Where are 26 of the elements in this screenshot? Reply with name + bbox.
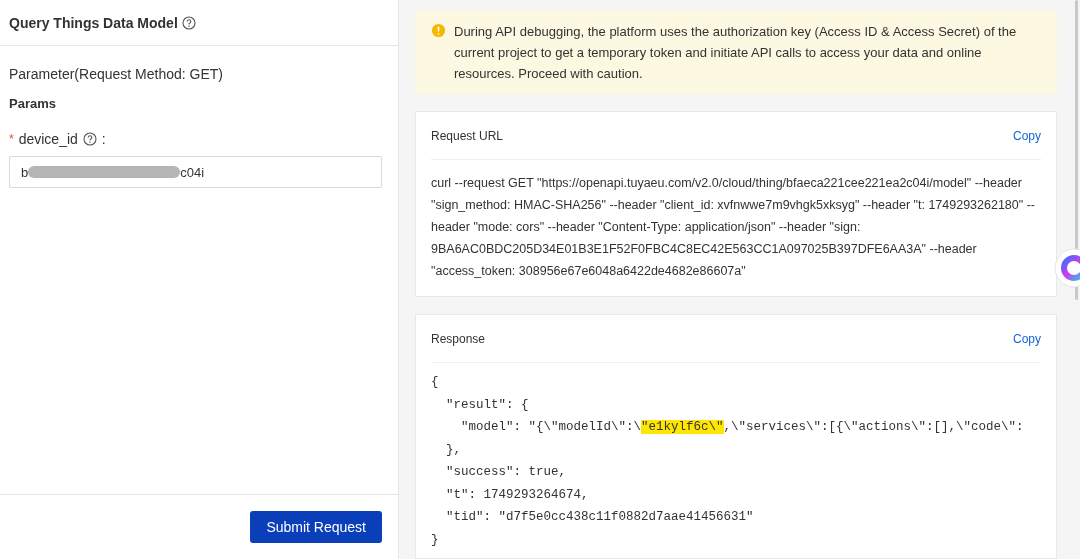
curl-command: curl --request GET "https://openapi.tuyaeu.com/v2.0/cloud/thing/bfaeca221cee221ea2c04i/model" --header "sign_method: HMAC-SHA256" --header "client_id: xvfnwwe7m9vhgk5xksyg" --header "t: 1749293262180" --header "mode: cors" --header "Content-Type: application/json" --header "sign: 9BA6AC0BDC205D34E01B3E1F52F0FBC4C8EC42E563CC1A097025B397DFE6AA3A" --header "access_token: 308956e67e6048a6422de4682e86607a"	[431, 175, 1036, 280]
card-title: Request URL	[431, 128, 504, 143]
code-line: {	[431, 374, 440, 391]
warning-icon	[431, 23, 446, 38]
copy-link[interactable]: Copy	[1013, 128, 1041, 143]
submit-button[interactable]: Submit Request	[250, 511, 382, 543]
scrollbar[interactable]	[1075, 0, 1078, 300]
device-id-field[interactable]: b c04i	[9, 156, 382, 188]
params-heading: Params	[9, 96, 57, 111]
code-line: "tid": "d7f5e0cc438c11f0882d7aae41456631"	[445, 509, 755, 526]
section-title: Parameter(Request Method: GET)	[9, 66, 224, 82]
code-line: }	[431, 531, 440, 549]
field-label: device_id	[18, 131, 78, 147]
label-colon: :	[101, 131, 106, 147]
alert-text: During API debugging, the platform uses the authorization key (Access ID & Access Secret) of the current project to get a temporary token and initiate API calls to access your data and online resources. Proceed with caution.	[454, 23, 1018, 83]
code-line: "model": "{\"modelId\":\"e1kylf6c\",\"services\":[{\"actions\":[],\"code\":	[460, 419, 1025, 436]
code-line: "t": 1749293264674,	[445, 486, 590, 504]
card-title: Response	[431, 331, 486, 346]
code-line: "success": true,	[445, 464, 568, 481]
copy-link[interactable]: Copy	[1013, 331, 1041, 346]
required-mark: *	[9, 132, 14, 146]
code-line: },	[445, 441, 462, 459]
help-icon[interactable]	[181, 15, 196, 30]
help-icon[interactable]	[82, 132, 97, 146]
code-line: "result": {	[445, 396, 530, 414]
panel-title: Query Things Data Model	[9, 14, 178, 31]
